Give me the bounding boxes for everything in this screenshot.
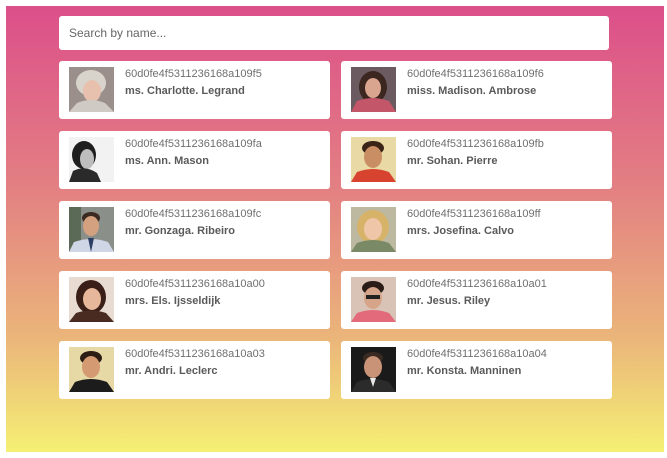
user-name: mr. Konsta. Manninen [407, 365, 522, 377]
user-id: 60d0fe4f5311236168a109fc [125, 208, 262, 220]
search-bar[interactable] [59, 16, 609, 50]
user-card[interactable]: 60d0fe4f5311236168a109fc mr. Gonzaga. Ri… [59, 201, 330, 259]
user-name: miss. Madison. Ambrose [407, 85, 537, 97]
user-card[interactable]: 60d0fe4f5311236168a10a04 mr. Konsta. Man… [341, 341, 612, 399]
user-avatar [69, 207, 114, 252]
user-avatar [69, 67, 114, 112]
user-card[interactable]: 60d0fe4f5311236168a10a00 mrs. Els. Ijsse… [59, 271, 330, 329]
user-id: 60d0fe4f5311236168a10a04 [407, 348, 547, 360]
user-card[interactable]: 60d0fe4f5311236168a109ff mrs. Josefina. … [341, 201, 612, 259]
user-name: mr. Andri. Leclerc [125, 365, 218, 377]
user-card[interactable]: 60d0fe4f5311236168a109fb mr. Sohan. Pier… [341, 131, 612, 189]
user-id: 60d0fe4f5311236168a109fb [407, 138, 544, 150]
user-card[interactable]: 60d0fe4f5311236168a10a03 mr. Andri. Lecl… [59, 341, 330, 399]
user-name: ms. Charlotte. Legrand [125, 85, 245, 97]
user-avatar [351, 347, 396, 392]
user-card[interactable]: 60d0fe4f5311236168a109fa ms. Ann. Mason [59, 131, 330, 189]
user-name: mr. Sohan. Pierre [407, 155, 498, 167]
app-background: 60d0fe4f5311236168a109f5 ms. Charlotte. … [6, 6, 664, 452]
user-id: 60d0fe4f5311236168a10a01 [407, 278, 547, 290]
user-id: 60d0fe4f5311236168a109ff [407, 208, 541, 220]
user-card[interactable]: 60d0fe4f5311236168a10a01 mr. Jesus. Rile… [341, 271, 612, 329]
user-card[interactable]: 60d0fe4f5311236168a109f5 ms. Charlotte. … [59, 61, 330, 119]
user-name: mrs. Josefina. Calvo [407, 225, 514, 237]
user-name: mr. Gonzaga. Ribeiro [125, 225, 236, 237]
user-avatar [351, 67, 396, 112]
user-card-grid: 60d0fe4f5311236168a109f5 ms. Charlotte. … [59, 61, 612, 399]
user-name: ms. Ann. Mason [125, 155, 209, 167]
user-avatar [69, 137, 114, 182]
user-id: 60d0fe4f5311236168a109f5 [125, 68, 262, 80]
user-id: 60d0fe4f5311236168a109fa [125, 138, 262, 150]
user-id: 60d0fe4f5311236168a10a03 [125, 348, 265, 360]
user-id: 60d0fe4f5311236168a109f6 [407, 68, 544, 80]
user-avatar [69, 277, 114, 322]
search-input[interactable] [69, 26, 599, 40]
user-id: 60d0fe4f5311236168a10a00 [125, 278, 265, 290]
user-name: mr. Jesus. Riley [407, 295, 491, 307]
user-avatar [351, 207, 396, 252]
user-name: mrs. Els. Ijsseldijk [125, 295, 221, 307]
user-avatar [351, 277, 396, 322]
user-card[interactable]: 60d0fe4f5311236168a109f6 miss. Madison. … [341, 61, 612, 119]
user-avatar [351, 137, 396, 182]
user-avatar [69, 347, 114, 392]
